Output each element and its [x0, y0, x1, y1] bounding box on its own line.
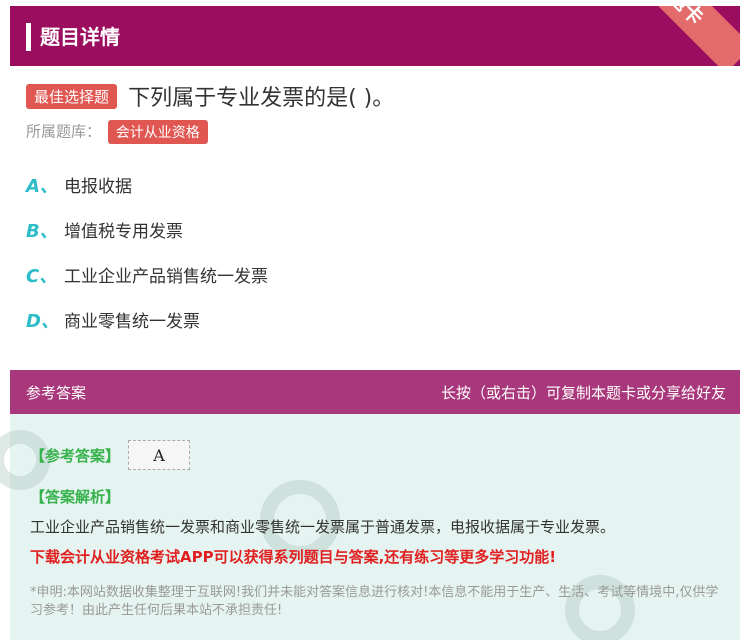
answer-header-title: 参考答案	[26, 383, 87, 402]
option-d[interactable]: D、 商业零售统一发票	[26, 307, 268, 352]
analysis-label: 【答案解析】	[30, 488, 121, 506]
answer-card[interactable]: 参考答案 长按（或右击）可复制本题卡或分享给好友 【参考答案】 A 【答案解析】…	[0, 370, 740, 640]
question-type-tag: 最佳选择题	[26, 83, 118, 109]
option-letter: A、	[26, 176, 58, 197]
question-row: 最佳选择题 下列属于专业发票的是( )。	[26, 80, 726, 112]
option-text: 增值税专用发票	[64, 222, 183, 242]
option-letter: C、	[26, 266, 58, 287]
question-bank-label: 所属题库：	[26, 122, 102, 141]
answer-header: 参考答案 长按（或右击）可复制本题卡或分享给好友	[10, 370, 740, 414]
reference-answer-label: 【参考答案】	[30, 446, 121, 465]
answer-header-hint: 长按（或右击）可复制本题卡或分享给好友	[440, 383, 726, 402]
app-promo-link[interactable]: 下载会计从业资格考试APP可以获得系列题目与答案,还有练习等更多学习功能!	[30, 546, 730, 567]
options-list: A、 电报收据 B、 增值税专用发票 C、 工业企业产品销售统一发票 D、 商业…	[26, 172, 268, 352]
option-text: 电报收据	[64, 177, 132, 197]
question-bank-tag[interactable]: 会计从业资格	[107, 120, 208, 144]
option-c[interactable]: C、 工业企业产品销售统一发票	[26, 262, 268, 307]
option-text: 商业零售统一发票	[64, 312, 200, 332]
option-letter: D、	[26, 311, 59, 332]
reference-answer-value: A	[128, 440, 191, 470]
question-text: 下列属于专业发票的是( )。	[128, 86, 395, 111]
card-ribbon: 题卡	[619, 6, 740, 66]
header-accent-bar	[26, 23, 31, 51]
option-b[interactable]: B、 增值税专用发票	[26, 217, 268, 262]
analysis-row: 【答案解析】	[30, 486, 120, 507]
analysis-text: 工业企业产品销售统一发票和商业零售统一发票属于普通发票，电报收据属于专业发票。	[30, 518, 616, 536]
option-text: 工业企业产品销售统一发票	[64, 267, 268, 287]
disclaimer-text: *申明:本网站数据收集整理于互联网!我们并未能对答案信息进行核对!本信息不能用于…	[30, 585, 719, 618]
page-title: 题目详情	[40, 25, 120, 49]
page-header: 题目详情 题卡	[10, 6, 740, 66]
question-bank-row: 所属题库： 会计从业资格	[26, 120, 208, 144]
reference-answer-row: 【参考答案】 A	[30, 440, 191, 470]
option-a[interactable]: A、 电报收据	[26, 172, 268, 217]
option-letter: B、	[26, 221, 58, 242]
